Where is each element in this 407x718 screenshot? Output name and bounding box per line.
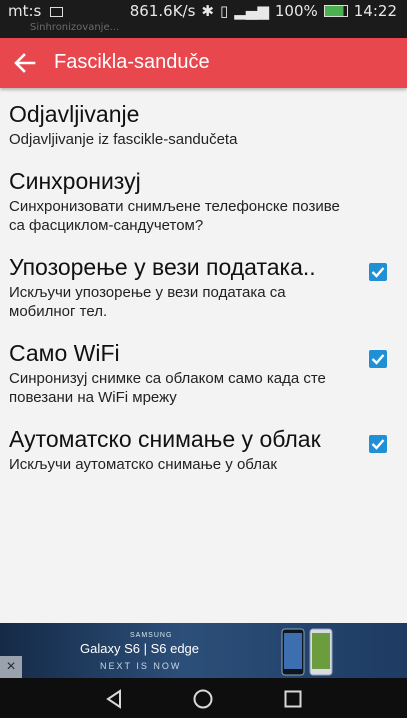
setting-summary: Odjavljivanje iz fascikle-sandučeta: [9, 131, 238, 148]
page-title: Fascikla-sanduče: [54, 51, 210, 73]
setting-summary: Искључи аутоматско снимање у облак: [9, 456, 277, 473]
network-speed: 861.6K/s: [129, 2, 196, 20]
setting-auto-upload[interactable]: Аутоматско снимање у облак Искључи аутом…: [0, 413, 407, 480]
setting-summary: Синхронизовати снимљене телефонске позив…: [9, 198, 340, 234]
ad-brand: SAMSUNG: [130, 632, 173, 639]
ad-cta: NEXT IS NOW: [100, 661, 182, 671]
triangle-back-icon: [106, 689, 121, 709]
ad-banner[interactable]: SAMSUNG Galaxy S6 | S6 edge NEXT IS NOW …: [0, 623, 407, 678]
battery-percent: 100%: [274, 2, 318, 20]
setting-sync[interactable]: Синхронизуј Синхронизовати снимљене теле…: [0, 155, 407, 241]
app-bar: Fascikla-sanduče: [0, 38, 407, 88]
setting-wifi-only[interactable]: Само WiFi Синронизуј снимке са облаком с…: [0, 327, 407, 413]
nav-recents-button[interactable]: [282, 688, 304, 710]
setting-title: Аутоматско снимање у облак: [9, 426, 321, 452]
mail-icon: [50, 6, 64, 17]
setting-title: Само WiFi: [9, 340, 120, 366]
auto-upload-checkbox[interactable]: [369, 435, 387, 453]
phones-image: [281, 628, 333, 676]
setting-title: Odjavljivanje: [9, 101, 140, 127]
arrow-left-icon: [14, 53, 36, 73]
screen: mt:s 861.6K/s ✱ ▯ ▂▄▆ 100% 14:22 Sinhron…: [0, 0, 407, 718]
bluetooth-icon: ✱: [201, 2, 214, 20]
square-recents-icon: [284, 690, 302, 708]
setting-title: Упозорење у вези података..: [9, 254, 316, 280]
wifi-only-checkbox[interactable]: [369, 350, 387, 368]
vibrate-icon: ▯: [220, 2, 229, 20]
nav-home-button[interactable]: [192, 688, 214, 710]
checkmark-icon: [371, 354, 385, 365]
navigation-bar: [0, 678, 407, 718]
clock: 14:22: [353, 2, 397, 20]
carrier-label: mt:s: [8, 2, 42, 20]
setting-title: Синхронизуј: [9, 168, 141, 194]
settings-list: Odjavljivanje Odjavljivanje iz fascikle-…: [0, 88, 407, 480]
setting-data-warning[interactable]: Упозорење у вези података.. Искључи упоз…: [0, 241, 407, 327]
signal-icon: ▂▄▆: [234, 2, 269, 20]
ad-close-button[interactable]: ×: [0, 656, 22, 678]
setting-logout[interactable]: Odjavljivanje Odjavljivanje iz fascikle-…: [0, 88, 407, 155]
back-button[interactable]: [12, 50, 38, 76]
notification-text: Sinhronizovanje...: [30, 22, 120, 33]
circle-home-icon: [193, 689, 213, 709]
status-bar: mt:s 861.6K/s ✱ ▯ ▂▄▆ 100% 14:22 Sinhron…: [0, 0, 407, 38]
ad-product: Galaxy S6 | S6 edge: [80, 641, 200, 656]
data-warning-checkbox[interactable]: [369, 263, 387, 281]
checkmark-icon: [371, 439, 385, 450]
setting-summary: Искључи упозорење у вези података са моб…: [9, 284, 286, 320]
status-left: mt:s: [8, 2, 64, 20]
nav-back-button[interactable]: [103, 688, 125, 710]
battery-icon: [323, 5, 348, 17]
status-right: 861.6K/s ✱ ▯ ▂▄▆ 100% 14:22: [130, 2, 397, 20]
checkmark-icon: [371, 267, 385, 278]
setting-summary: Синронизуј снимке са облаком само када с…: [9, 370, 326, 406]
